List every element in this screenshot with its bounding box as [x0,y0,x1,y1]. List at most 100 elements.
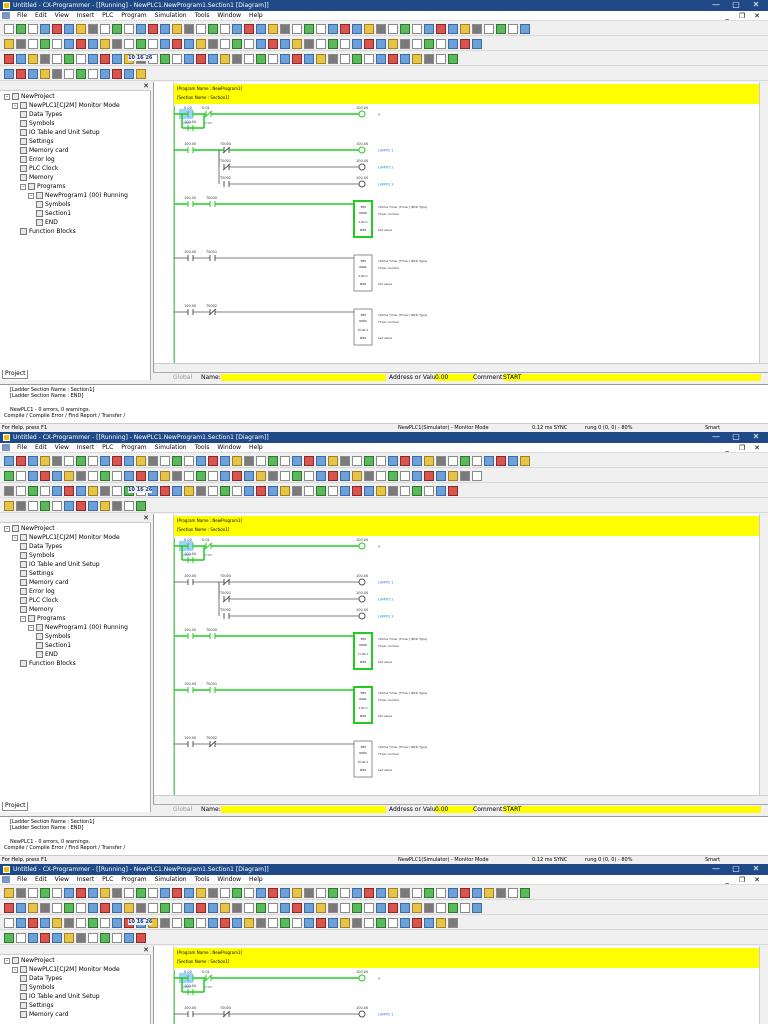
toolbar-icon[interactable] [112,54,122,64]
toolbar-icon[interactable] [88,888,98,898]
toolbar-icon[interactable] [52,24,62,34]
toolbar-icon[interactable] [196,918,206,928]
toolbar-icon[interactable] [4,501,14,511]
toolbar-icon[interactable] [244,54,254,64]
menu-program[interactable]: Program [117,12,150,19]
tree-item[interactable]: IO Table and Unit Setup [20,560,100,569]
toolbar-icon[interactable] [400,486,410,496]
toolbar-icon[interactable] [4,933,14,943]
menu-insert[interactable]: Insert [73,444,98,451]
toolbar-icon[interactable] [304,888,314,898]
toolbar-icon[interactable] [352,486,362,496]
toolbar-icon[interactable] [28,903,38,913]
toolbar-icon[interactable] [328,903,338,913]
toolbar-icon[interactable] [352,888,362,898]
toolbar-icon[interactable] [112,471,122,481]
mdi-restore-button[interactable]: ❐ [735,11,749,21]
toolbar-icon[interactable] [208,471,218,481]
toolbar-icon[interactable] [436,456,446,466]
toolbar-icon[interactable] [316,471,326,481]
tree-item[interactable]: Memory card [20,578,68,587]
toolbar-icon[interactable] [340,486,350,496]
toolbar-icon[interactable] [424,486,434,496]
toolbar-icon[interactable] [340,888,350,898]
toolbar-icon[interactable] [292,54,302,64]
toolbar-icon[interactable] [160,39,170,49]
toolbar-icon[interactable] [316,486,326,496]
toolbar-icon[interactable] [28,471,38,481]
tree-item[interactable]: - NewProgram1 (00) Running [28,191,128,200]
toolbar-icon[interactable] [160,486,170,496]
toolbar-icon[interactable] [352,471,362,481]
toolbar-icon[interactable] [388,456,398,466]
toolbar-icon[interactable] [184,486,194,496]
toolbar-icon[interactable] [256,471,266,481]
menu-file[interactable]: File [13,876,31,883]
toolbar-icon[interactable] [460,39,470,49]
maximize-button[interactable]: ▢ [726,864,746,875]
toolbar-icon[interactable] [220,24,230,34]
toolbar-icon[interactable] [436,39,446,49]
toolbar-icon[interactable] [328,918,338,928]
toolbar-icon[interactable] [268,456,278,466]
tree-expander[interactable]: - [28,192,34,199]
toolbar-icon[interactable] [484,888,494,898]
tree-item[interactable]: Symbols [20,983,54,992]
toolbar-icon[interactable] [484,456,494,466]
toolbar-icon[interactable] [112,24,122,34]
toolbar-icon[interactable] [436,918,446,928]
toolbar-icon[interactable] [4,471,14,481]
toolbar-icon[interactable] [400,888,410,898]
toolbar-icon[interactable] [4,888,14,898]
tree-item[interactable]: Symbols [20,551,54,560]
toolbar-icon[interactable] [4,903,14,913]
toolbar-icon[interactable] [460,903,470,913]
toolbar-icon[interactable] [112,888,122,898]
toolbar-icon[interactable] [52,903,62,913]
toolbar-icon[interactable] [52,456,62,466]
tree-item[interactable]: Memory card [20,1010,68,1019]
toolbar-icon[interactable] [472,471,482,481]
tree-item[interactable]: - NewProgram1 (00) Running [28,623,128,632]
toolbar-icon[interactable] [184,471,194,481]
tree-item[interactable]: Memory [20,605,53,614]
close-button[interactable]: ✕ [746,432,766,443]
toolbar-icon[interactable] [76,933,86,943]
toolbar-icon[interactable] [4,24,14,34]
toolbar-icon[interactable] [88,69,98,79]
toolbar-icon[interactable] [424,918,434,928]
tree-item[interactable]: Settings [20,1001,54,1010]
toolbar-icon[interactable] [100,471,110,481]
toolbar-icon[interactable] [352,39,362,49]
toolbar-icon[interactable] [64,69,74,79]
toolbar-icon[interactable] [208,54,218,64]
toolbar-icon[interactable] [352,456,362,466]
tree-expander[interactable]: - [28,624,34,631]
tree-item[interactable]: Error log [20,155,55,164]
toolbar-icon[interactable] [4,486,14,496]
toolbar-icon[interactable] [268,888,278,898]
toolbar-icon[interactable] [184,888,194,898]
output-tabs[interactable]: Compile / Compile Error / Find Report / … [4,845,125,854]
menu-help[interactable]: Help [245,12,267,19]
toolbar-icon[interactable] [136,69,146,79]
address-value[interactable]: 0.00 [435,806,475,813]
toolbar-icon[interactable] [268,54,278,64]
toolbar-icon[interactable] [40,69,50,79]
toolbar-icon[interactable] [304,39,314,49]
toolbar-icon[interactable] [232,486,242,496]
toolbar-icon[interactable] [232,918,242,928]
toolbar-icon[interactable] [472,39,482,49]
toolbar-icon[interactable] [400,54,410,64]
menu-file[interactable]: File [13,12,31,19]
toolbar-icon[interactable] [112,456,122,466]
toolbar-icon[interactable] [364,918,374,928]
toolbar-icon[interactable] [28,933,38,943]
toolbar-icon[interactable] [292,918,302,928]
toolbar-icon[interactable] [220,486,230,496]
menu-edit[interactable]: Edit [31,444,51,451]
tree-item[interactable]: Settings [20,569,54,578]
toolbar-icon[interactable] [496,888,506,898]
toolbar-icon[interactable] [64,456,74,466]
tree-item[interactable]: Settings [20,137,54,146]
